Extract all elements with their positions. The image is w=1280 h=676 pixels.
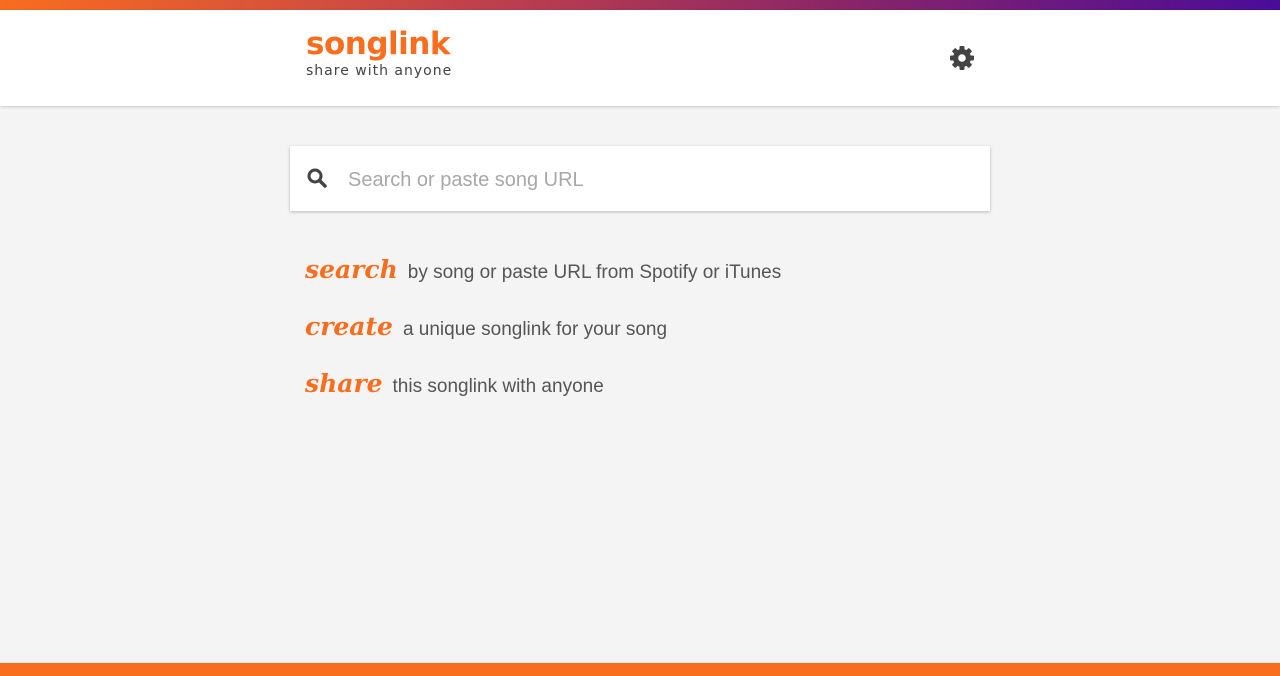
step-keyword: share [305,369,383,398]
search-input[interactable] [346,158,970,202]
header: songlink share with anyone [0,10,1280,106]
step-keyword: create [305,312,393,341]
logo-tagline: share with anyone [306,63,453,79]
top-gradient-bar [0,0,1280,10]
settings-button[interactable] [947,43,977,73]
search-icon [307,168,327,188]
logo[interactable]: songlink share with anyone [306,26,452,80]
step-share: share this songlink with anyone [305,369,604,399]
step-description: this songlink with anyone [392,376,604,397]
gear-icon [950,46,974,70]
bottom-bar [0,663,1280,676]
step-create: create a unique songlink for your song [305,312,667,342]
step-search: search by song or paste URL from Spotify… [305,255,781,285]
step-description: a unique songlink for your song [402,319,668,340]
step-description: by song or paste URL from Spotify or iTu… [407,262,782,283]
logo-text: songlink [306,26,450,62]
step-keyword: search [305,255,398,284]
